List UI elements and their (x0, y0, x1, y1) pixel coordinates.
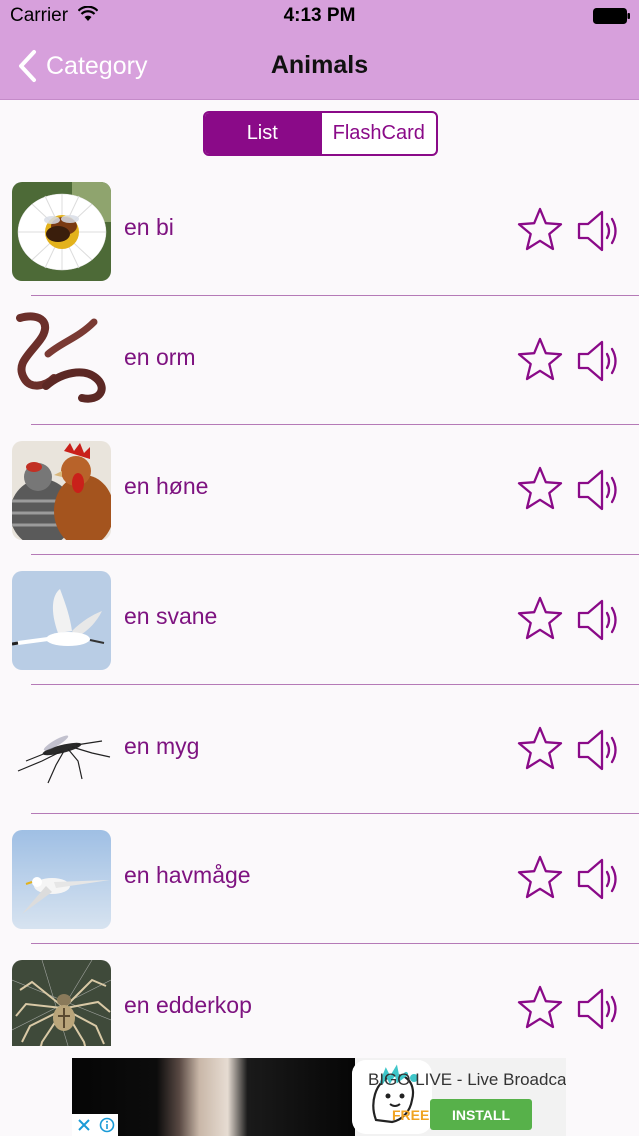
star-outline-icon[interactable] (516, 854, 564, 902)
ad-banner[interactable]: BIGO LIVE - Live Broadca... FREE INSTALL (72, 1058, 566, 1136)
star-outline-icon[interactable] (516, 336, 564, 384)
view-mode-segmented-control: List FlashCard (203, 111, 438, 156)
word-label: en svane (124, 603, 218, 630)
flying-swan-image (12, 571, 111, 671)
page-title: Animals (270, 51, 369, 79)
list-item[interactable]: en høne (0, 425, 639, 556)
ad-title: BIGO LIVE - Live Broadca... (368, 1070, 566, 1089)
seagull-image (12, 830, 111, 930)
status-bar: Carrier 4:13 PM (0, 0, 639, 34)
word-label: en bi (124, 214, 174, 240)
word-label: en edderkop (124, 992, 252, 1019)
chickens-image (12, 441, 111, 541)
clock: 4:13 PM (283, 5, 356, 26)
star-outline-icon[interactable] (516, 725, 564, 773)
list-item[interactable]: en orm (0, 296, 639, 426)
word-label: en orm (124, 343, 196, 370)
battery-icon (593, 8, 630, 24)
ad-install-button[interactable]: INSTALL (430, 1099, 532, 1130)
speaker-icon[interactable] (576, 208, 622, 254)
star-outline-icon[interactable] (516, 465, 564, 513)
word-label: en myg (124, 732, 200, 759)
speaker-icon[interactable] (576, 986, 622, 1032)
speaker-icon[interactable] (576, 727, 622, 773)
star-outline-icon[interactable] (516, 595, 564, 643)
list-item[interactable]: en myg (0, 685, 639, 815)
star-outline-icon[interactable] (516, 984, 564, 1032)
star-outline-icon[interactable] (516, 206, 564, 254)
spider-image (12, 960, 111, 1046)
speaker-icon[interactable] (576, 338, 622, 384)
list-item[interactable]: en bi (0, 166, 639, 296)
word-list[interactable]: en bi en orm en høne en svane en myg en … (0, 166, 639, 1046)
speaker-icon[interactable] (576, 597, 622, 643)
ad-controls (72, 1114, 118, 1136)
word-label: en havmåge (124, 862, 251, 889)
earthworms-image (12, 311, 111, 411)
word-label: en høne (124, 473, 209, 500)
ad-info-icon[interactable] (95, 1114, 118, 1136)
list-item[interactable]: en edderkop (0, 944, 639, 1046)
navigation-bar: Category Animals (0, 34, 639, 100)
speaker-icon[interactable] (576, 856, 622, 902)
list-item[interactable]: en havmåge (0, 814, 639, 945)
list-item[interactable]: en svane (0, 555, 639, 685)
speaker-icon[interactable] (576, 467, 622, 513)
mosquito-image (12, 700, 111, 800)
segment-list[interactable]: List (205, 113, 320, 154)
bee-on-flower-image (12, 182, 111, 281)
segment-flashcard[interactable]: FlashCard (319, 113, 437, 154)
ad-close-icon[interactable] (72, 1114, 95, 1136)
ad-free-label: FREE (392, 1107, 430, 1123)
